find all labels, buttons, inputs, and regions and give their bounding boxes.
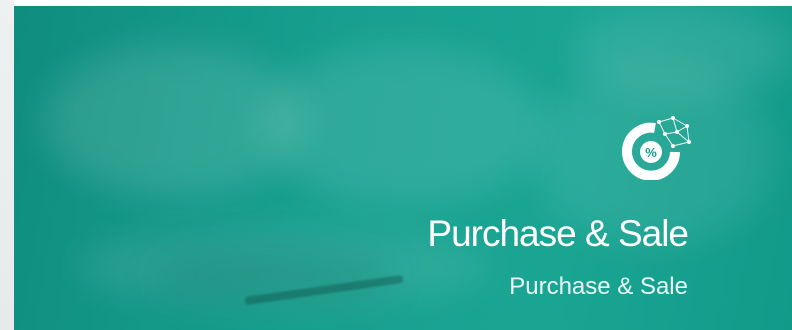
background-shape [264, 46, 544, 206]
percent-donut-network-icon: % [622, 116, 691, 180]
percent-symbol: % [645, 145, 657, 160]
left-strip [0, 0, 14, 330]
background-shape [574, 6, 792, 96]
page-title: Purchase & Sale [427, 213, 689, 254]
page-subtitle: Purchase & Sale [509, 273, 688, 300]
page: % Purchase & Sale Purchase & Sale [0, 0, 792, 330]
